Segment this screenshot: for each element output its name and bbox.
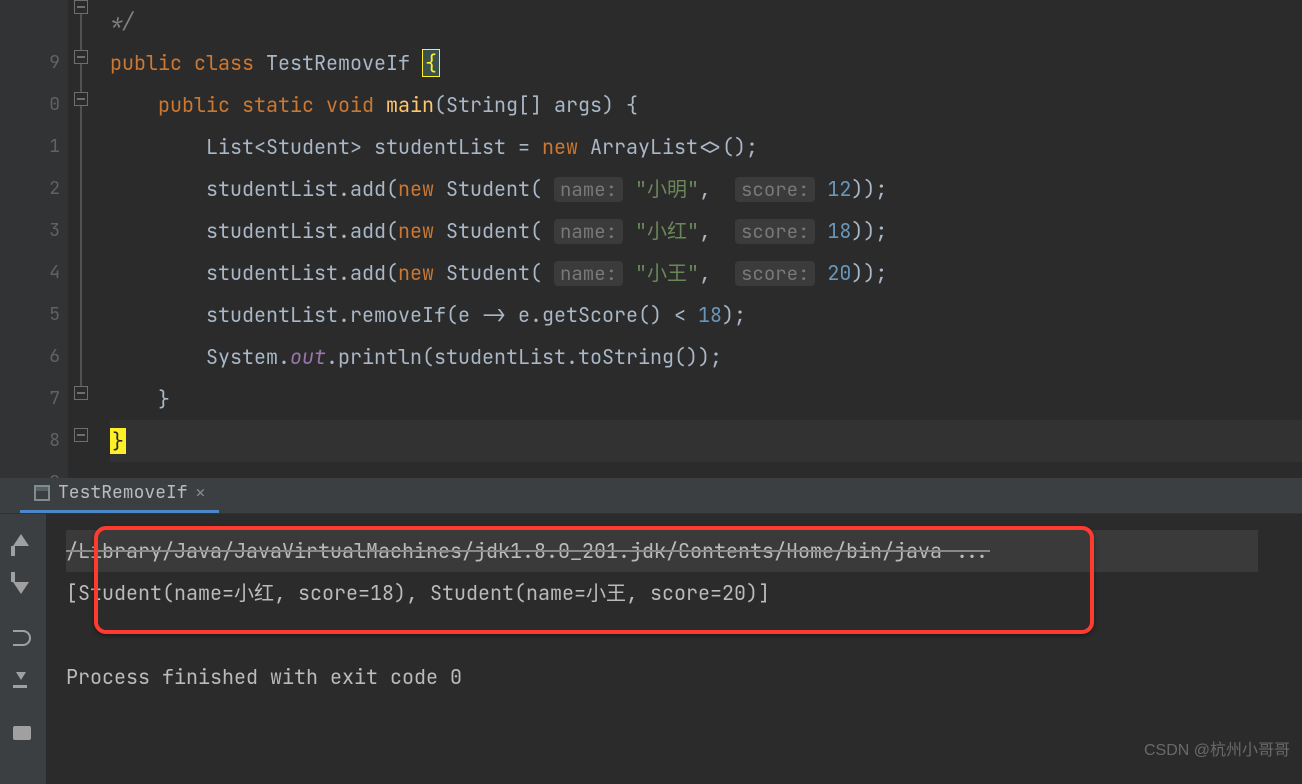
console-output[interactable]: /Library/Java/JavaVirtualMachines/jdk1.8… <box>46 514 1302 784</box>
run-tab[interactable]: TestRemoveIf ✕ <box>20 475 219 513</box>
print-icon[interactable] <box>13 726 33 746</box>
soft-wrap-icon[interactable] <box>13 630 33 650</box>
fold-icon[interactable] <box>74 428 88 442</box>
scroll-up-icon[interactable] <box>13 534 33 554</box>
terminal-icon <box>34 485 50 501</box>
fold-column <box>68 0 100 478</box>
run-tool-tabs: TestRemoveIf ✕ <box>0 478 1302 514</box>
close-icon[interactable]: ✕ <box>196 482 206 503</box>
fold-icon[interactable] <box>74 386 88 400</box>
code-content[interactable]: */ public class TestRemoveIf { public st… <box>100 0 1302 478</box>
download-icon[interactable] <box>13 678 33 698</box>
watermark: CSDN @杭州小哥哥 <box>1144 730 1290 772</box>
fold-icon[interactable] <box>74 0 88 14</box>
command-line: /Library/Java/JavaVirtualMachines/jdk1.8… <box>66 530 1258 572</box>
code-editor[interactable]: 9 0 1 2 3 4 5 6 7 8 9 */ public class Te… <box>0 0 1302 478</box>
line-number-gutter: 9 0 1 2 3 4 5 6 7 8 9 <box>0 0 68 478</box>
program-output: [Student(name=小红, score=18), Student(nam… <box>66 572 1282 614</box>
scroll-down-icon[interactable] <box>13 582 33 602</box>
fold-icon[interactable] <box>74 92 88 106</box>
exit-message: Process finished with exit code 0 <box>66 656 1282 698</box>
fold-icon[interactable] <box>74 50 88 64</box>
console-toolbar <box>0 514 46 784</box>
run-tab-label: TestRemoveIf <box>58 481 188 504</box>
